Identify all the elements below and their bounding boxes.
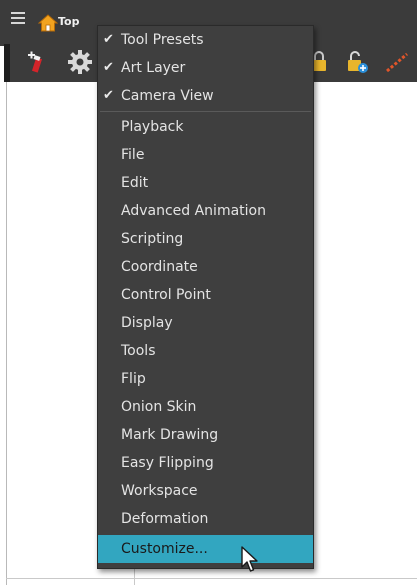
menu-item-tool-presets[interactable]: ✔ Tool Presets — [98, 26, 313, 54]
menu-item-control-point[interactable]: Control Point — [98, 281, 313, 309]
checkmark-icon: ✔ — [103, 60, 114, 75]
menu-item-label: Coordinate — [121, 259, 198, 275]
unlock-icon[interactable] — [343, 48, 371, 76]
menu-item-display[interactable]: Display — [98, 309, 313, 337]
menu-item-label: Display — [121, 315, 173, 331]
menu-item-label: File — [121, 147, 145, 163]
menu-item-label: Edit — [121, 175, 149, 191]
menu-item-label: Control Point — [121, 287, 211, 303]
menu-item-coordinate[interactable]: Coordinate — [98, 253, 313, 281]
menu-item-mark-drawing[interactable]: Mark Drawing — [98, 421, 313, 449]
menu-item-onion-skin[interactable]: Onion Skin — [98, 393, 313, 421]
menu-item-label: Onion Skin — [121, 399, 197, 415]
app-window: Top ✔ Tool Presets ✔ Art Layer ✔ Camera … — [0, 0, 417, 585]
checkmark-icon: ✔ — [103, 88, 114, 103]
menu-item-label: Flip — [121, 371, 146, 387]
menu-item-tools[interactable]: Tools — [98, 337, 313, 365]
add-peg-icon[interactable] — [24, 48, 52, 76]
menu-item-label: Playback — [121, 119, 184, 135]
menu-item-workspace[interactable]: Workspace — [98, 477, 313, 505]
menu-item-label: Deformation — [121, 511, 209, 527]
menu-item-playback[interactable]: Playback — [98, 113, 313, 141]
hamburger-menu-icon[interactable] — [11, 12, 25, 28]
menu-item-label: Tool Presets — [121, 32, 204, 48]
menu-item-deformation[interactable]: Deformation — [98, 505, 313, 533]
menu-item-scripting[interactable]: Scripting — [98, 225, 313, 253]
menu-item-label: Easy Flipping — [121, 455, 214, 471]
canvas-bottom-edge — [6, 578, 417, 579]
menu-item-customize[interactable]: Customize... — [98, 535, 313, 563]
home-icon[interactable] — [38, 14, 58, 32]
menu-item-label: Customize... — [121, 541, 208, 557]
menu-item-camera-view[interactable]: ✔ Camera View — [98, 82, 313, 110]
menu-item-label: Art Layer — [121, 60, 186, 76]
menu-item-art-layer[interactable]: ✔ Art Layer — [98, 54, 313, 82]
menu-item-easy-flipping[interactable]: Easy Flipping — [98, 449, 313, 477]
gear-icon[interactable] — [66, 48, 94, 76]
menu-item-label: Workspace — [121, 483, 198, 499]
menu-item-label: Advanced Animation — [121, 203, 266, 219]
menu-item-flip[interactable]: Flip — [98, 365, 313, 393]
menu-separator — [100, 111, 311, 112]
menu-item-advanced-animation[interactable]: Advanced Animation — [98, 197, 313, 225]
menu-item-file[interactable]: File — [98, 141, 313, 169]
menu-item-label: Mark Drawing — [121, 427, 219, 443]
toolbar-handle[interactable] — [4, 44, 10, 82]
menu-item-label: Scripting — [121, 231, 184, 247]
mouse-pointer-icon — [241, 546, 258, 572]
onion-skin-icon[interactable] — [383, 48, 411, 76]
checkmark-icon: ✔ — [103, 32, 114, 47]
menu-item-edit[interactable]: Edit — [98, 169, 313, 197]
toolbar-visibility-menu: ✔ Tool Presets ✔ Art Layer ✔ Camera View… — [97, 25, 314, 569]
menu-item-label: Camera View — [121, 88, 214, 104]
menu-item-label: Tools — [121, 343, 156, 359]
breadcrumb-label[interactable]: Top — [58, 15, 79, 28]
